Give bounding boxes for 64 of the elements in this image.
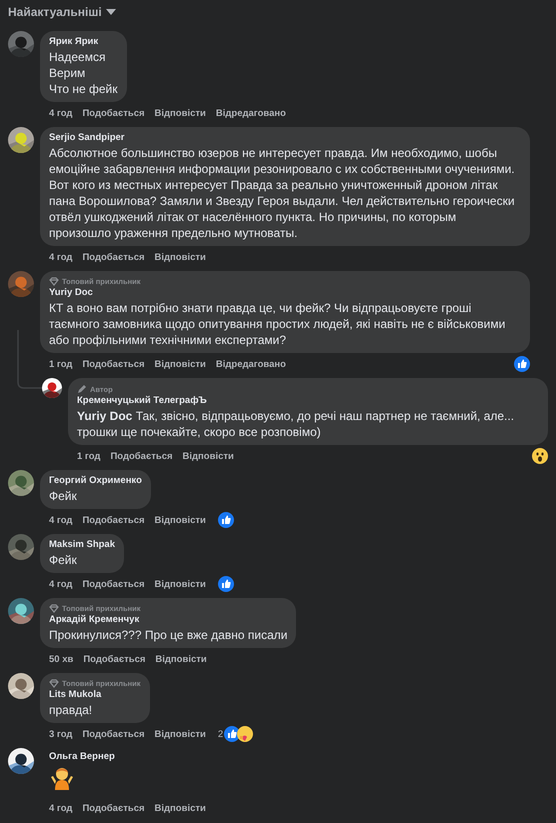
- caret-icon: [106, 9, 116, 15]
- hug-emoji-icon: [237, 726, 254, 742]
- comment-text: КТ а воно вам потрібно знати правда це, чи фейк? Чи відпрацьовуєте гроші таємного замовника щодо опитування простих людей, які навіть не є військовими або профільними технічними експертами?: [49, 300, 506, 348]
- timestamp[interactable]: 1 год: [49, 358, 72, 370]
- comment-text: Фейк: [49, 488, 78, 504]
- timestamp[interactable]: 4 год: [49, 108, 72, 118]
- thumbs-up-icon: [218, 576, 234, 592]
- author-name[interactable]: Ярик Ярик: [49, 35, 118, 49]
- reply-link[interactable]: Відповісти: [154, 108, 206, 118]
- surprised-emoji-icon: [532, 448, 548, 464]
- like-link[interactable]: Подобається: [82, 358, 145, 370]
- author-name[interactable]: Maksim Shpak: [49, 538, 115, 552]
- reply-link[interactable]: Відповісти: [154, 252, 206, 262]
- author-name[interactable]: Ольга Вернер: [49, 750, 115, 764]
- timestamp[interactable]: 1 год: [77, 450, 100, 462]
- comment-text: Надеемся Верим Что не фейк: [49, 49, 118, 97]
- reaction-summary[interactable]: [530, 448, 548, 464]
- author-name[interactable]: Serjio Sandpiper: [49, 131, 521, 145]
- timestamp[interactable]: 3 год: [49, 728, 72, 740]
- reply-link[interactable]: Відповісти: [154, 728, 206, 740]
- comment-text: Абсолютное большинство юзеров не интересует правда. Им необходимо, шобы емоційне забарвлення информации резонировало с их собственными очучениями. Вот кого из местных интересует Правда за реально уничтоженный дроном літак пана Ворошилова? Замяли и Звезду Героя выдали. Чел действительно героически отвёл ушкоджений літак от населённого пункта. Но причины, по которым произошло ураження предельно мутноваты.: [49, 145, 516, 241]
- like-link[interactable]: Подобається: [110, 450, 173, 462]
- thumbs-up-icon: [218, 512, 234, 528]
- like-link[interactable]: Подобається: [83, 654, 146, 664]
- reply-link[interactable]: Відповісти: [154, 514, 206, 526]
- author-name[interactable]: Аркадій Кременчук: [49, 613, 288, 627]
- timestamp[interactable]: 50 хв: [49, 654, 74, 664]
- sort-dropdown[interactable]: Найактуальніші: [8, 3, 116, 21]
- like-link[interactable]: Подобається: [82, 108, 145, 118]
- like-link[interactable]: Подобається: [82, 578, 145, 590]
- timestamp[interactable]: 4 год: [49, 252, 72, 262]
- reaction-summary[interactable]: [216, 512, 234, 528]
- reaction-summary[interactable]: 2: [216, 726, 254, 742]
- author-name[interactable]: Георгий Охрименко: [49, 474, 142, 488]
- like-link[interactable]: Подобається: [82, 802, 145, 814]
- diamond-icon: [49, 277, 59, 286]
- comment-text: Yuriy Doc Так, звісно, відпрацьовуємо, до речі наш партнер не таємний, але... трошки ще почекайте, скоро все розповімо): [77, 408, 516, 440]
- reply-link[interactable]: Відповісти: [154, 578, 206, 590]
- comment-text: Прокинулися??? Про це вже давно писали: [49, 627, 288, 643]
- timestamp[interactable]: 4 год: [49, 578, 72, 590]
- edited-label: Відредаговано: [216, 358, 286, 370]
- reaction-summary[interactable]: [512, 356, 530, 372]
- like-link[interactable]: Подобається: [82, 252, 145, 262]
- like-link[interactable]: Подобається: [82, 514, 145, 526]
- pencil-icon: [77, 384, 87, 394]
- author-name[interactable]: Yuriy Doc: [49, 286, 521, 300]
- reaction-summary[interactable]: [216, 576, 234, 592]
- reply-link[interactable]: Відповісти: [154, 358, 206, 370]
- timestamp[interactable]: 4 год: [49, 802, 72, 814]
- reply-link[interactable]: Відповісти: [155, 654, 207, 664]
- author-name[interactable]: Lits Mukola: [49, 688, 140, 702]
- comment-text: Фейк: [49, 552, 78, 568]
- diamond-icon: [49, 604, 59, 613]
- comment-text: правда!: [49, 702, 94, 718]
- thread-connector-line: [17, 330, 43, 390]
- reply-link[interactable]: Відповісти: [182, 450, 234, 462]
- author-name[interactable]: Кременчуцький ТелеграфЪ: [77, 394, 539, 408]
- reaction-count: 2: [218, 728, 224, 740]
- edited-label: Відредаговано: [216, 108, 286, 118]
- diamond-icon: [49, 679, 59, 688]
- thumbs-up-icon: [514, 356, 530, 372]
- timestamp[interactable]: 4 год: [49, 514, 72, 526]
- reply-link[interactable]: Відповісти: [154, 802, 206, 814]
- like-link[interactable]: Подобається: [82, 728, 145, 740]
